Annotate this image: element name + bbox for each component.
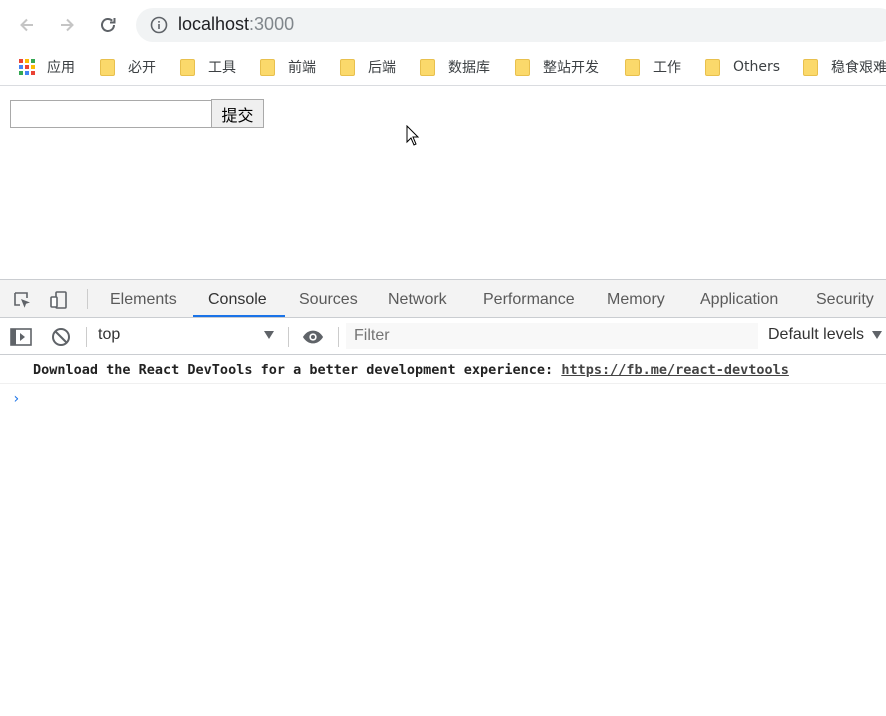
url-text: localhost:3000 <box>178 14 294 35</box>
apps-icon <box>19 58 36 76</box>
tab-network[interactable]: Network <box>388 280 447 318</box>
clear-icon <box>52 328 70 346</box>
show-sidebar-button[interactable] <box>10 326 32 348</box>
tab-console[interactable]: Console <box>208 280 267 318</box>
bookmark-folder[interactable]: 工具 <box>180 56 236 78</box>
message-link[interactable]: https://fb.me/react-devtools <box>561 362 789 378</box>
folder-icon <box>803 58 818 76</box>
forward-arrow-icon <box>61 18 74 32</box>
console-filter-input[interactable] <box>346 323 758 349</box>
folder-icon <box>420 58 435 76</box>
console-message-text: Download the React DevTools for a better… <box>33 362 789 378</box>
bookmark-folder[interactable]: 整站开发 <box>515 56 599 78</box>
chevron-down-icon[interactable] <box>872 331 882 339</box>
tab-performance[interactable]: Performance <box>483 280 575 318</box>
tab-elements[interactable]: Elements <box>110 280 177 318</box>
reload-button[interactable] <box>95 12 121 38</box>
sidebar-toggle-icon <box>10 328 32 346</box>
browser-toolbar: localhost:3000 <box>0 0 886 48</box>
inspect-icon <box>14 292 30 308</box>
bookmark-label: 应用 <box>47 60 75 76</box>
bookmark-label: 工作 <box>653 60 681 76</box>
bookmark-folder[interactable]: 前端 <box>260 56 316 78</box>
context-selector[interactable]: top <box>98 326 120 344</box>
bookmark-label: 稳食艰难 <box>831 60 886 76</box>
mouse-cursor-icon <box>406 125 420 146</box>
divider <box>288 327 289 347</box>
console-prompt[interactable]: › <box>12 391 20 407</box>
inspect-element-button[interactable] <box>11 289 33 311</box>
console-message: Download the React DevTools for a better… <box>0 356 886 384</box>
device-toolbar-button[interactable] <box>48 289 70 311</box>
divider <box>338 327 339 347</box>
tab-application[interactable]: Application <box>700 280 778 318</box>
url-host: localhost <box>178 14 250 34</box>
divider <box>86 327 87 347</box>
bookmarks-bar: 应用 必开 工具 前端 后端 数据库 整站开发 工作 Others 稳食艰难 <box>0 48 886 86</box>
chevron-down-icon[interactable] <box>264 331 274 339</box>
bookmark-label: Others <box>733 59 781 75</box>
bookmark-apps[interactable]: 应用 <box>19 56 75 78</box>
info-icon[interactable] <box>150 16 168 34</box>
message-body: Download the React DevTools for a better… <box>33 362 562 378</box>
bookmark-label: 后端 <box>368 60 396 76</box>
url-port: :3000 <box>249 14 295 34</box>
address-bar[interactable]: localhost:3000 <box>136 8 886 42</box>
eye-icon <box>302 330 324 344</box>
folder-icon <box>515 58 530 76</box>
bookmark-label: 必开 <box>128 60 156 76</box>
devtools-tabbar: Elements Console Sources Network Perform… <box>0 280 886 318</box>
bookmark-label: 前端 <box>288 60 316 76</box>
text-input[interactable] <box>10 100 212 128</box>
bookmark-folder[interactable]: 后端 <box>340 56 396 78</box>
tab-sources[interactable]: Sources <box>299 280 358 318</box>
log-levels-dropdown[interactable]: Default levels <box>768 326 864 344</box>
page-viewport: 提交 <box>0 87 886 279</box>
bookmark-folder[interactable]: 必开 <box>100 56 156 78</box>
folder-icon <box>705 58 720 76</box>
bookmark-label: 工具 <box>208 60 236 76</box>
device-icon <box>50 291 67 309</box>
back-arrow-icon <box>20 18 33 32</box>
bookmark-label: 整站开发 <box>543 60 599 76</box>
tab-security[interactable]: Security <box>816 280 874 318</box>
forward-button[interactable] <box>54 12 80 38</box>
divider <box>87 289 88 309</box>
live-expression-button[interactable] <box>302 326 324 348</box>
console-toolbar: top Default levels <box>0 318 886 355</box>
clear-console-button[interactable] <box>50 326 72 348</box>
bookmark-folder[interactable]: 工作 <box>625 56 681 78</box>
folder-icon <box>100 58 115 76</box>
reload-icon <box>101 18 116 32</box>
submit-button[interactable]: 提交 <box>211 99 264 128</box>
active-tab-indicator <box>193 315 285 317</box>
tab-memory[interactable]: Memory <box>607 280 665 318</box>
folder-icon <box>260 58 275 76</box>
bookmark-label: 数据库 <box>448 60 490 76</box>
back-button[interactable] <box>14 12 40 38</box>
folder-icon <box>180 58 195 76</box>
devtools-panel: Elements Console Sources Network Perform… <box>0 279 886 716</box>
bookmark-folder[interactable]: 稳食艰难 <box>803 56 886 78</box>
bookmark-folder[interactable]: Others <box>705 56 780 78</box>
bookmark-folder[interactable]: 数据库 <box>420 56 490 78</box>
folder-icon <box>625 58 640 76</box>
folder-icon <box>340 58 355 76</box>
